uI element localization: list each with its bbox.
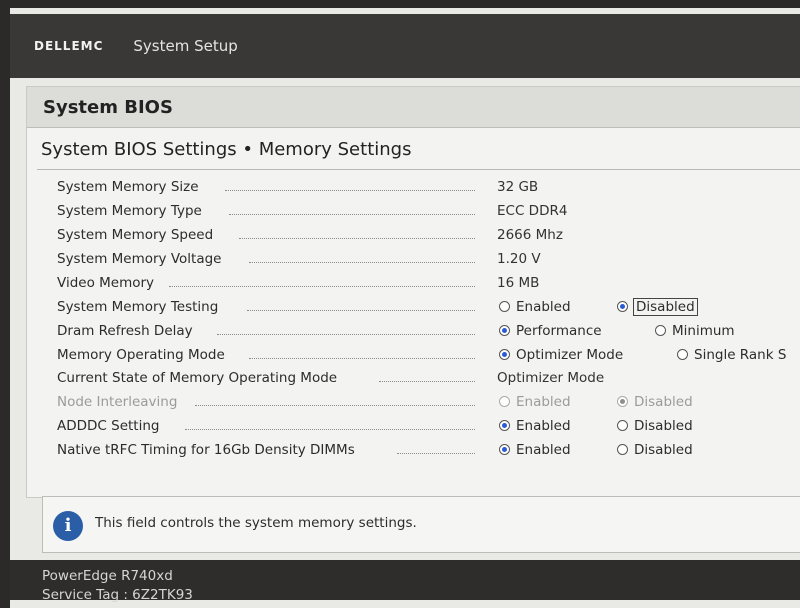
radio-option-performance[interactable]: Performance [499, 323, 602, 339]
radio-button-selected-icon[interactable] [499, 419, 510, 431]
help-panel: i This field controls the system memory … [42, 496, 800, 553]
setting-row-dram-refresh-delay: Dram Refresh Delay Performance Minimum [57, 323, 800, 345]
radio-option-disabled[interactable]: Disabled [617, 418, 693, 434]
setting-label: System Memory Testing [57, 299, 219, 315]
setting-row-system-memory-voltage: System Memory Voltage 1.20 V [57, 251, 800, 273]
radio-button-icon [499, 395, 510, 407]
setting-label: Current State of Memory Operating Mode [57, 370, 338, 386]
radio-button-icon[interactable] [499, 300, 510, 312]
setting-row-system-memory-type: System Memory Type ECC DDR4 [57, 203, 800, 225]
radio-option-enabled[interactable]: Enabled [499, 418, 571, 434]
top-bar: DELLEMC System Setup [10, 14, 800, 78]
setting-label: Native tRFC Timing for 16Gb Density DIMM… [57, 442, 355, 458]
leader-dots [185, 429, 475, 430]
setting-label: Video Memory [57, 275, 155, 291]
radio-button-selected-icon[interactable] [499, 443, 510, 455]
radio-option-enabled: Enabled [499, 394, 571, 410]
page-title: System BIOS [43, 97, 173, 118]
radio-button-selected-icon[interactable] [499, 348, 510, 360]
leader-dots [247, 310, 475, 311]
system-model: PowerEdge R740xd [42, 568, 173, 584]
radio-button-selected-icon [617, 395, 628, 407]
radio-option-optimizer-mode[interactable]: Optimizer Mode [499, 347, 623, 363]
setting-row-native-trfc-timing: Native tRFC Timing for 16Gb Density DIMM… [57, 442, 800, 464]
setting-value: Optimizer Mode [497, 370, 605, 386]
radio-option-minimum[interactable]: Minimum [655, 323, 735, 339]
setting-label: System Memory Speed [57, 227, 214, 243]
setting-value: 16 MB [497, 275, 540, 291]
setting-label: Dram Refresh Delay [57, 323, 193, 339]
bios-screen: DELLEMC System Setup System BIOS System … [10, 8, 800, 608]
section-title: System BIOS Settings • Memory Settings [41, 139, 412, 160]
radio-option-enabled[interactable]: Enabled [499, 442, 571, 458]
radio-button-icon[interactable] [655, 324, 666, 336]
setting-row-current-state-memory-mode: Current State of Memory Operating Mode O… [57, 370, 800, 392]
setting-value: 32 GB [497, 179, 539, 195]
help-text: This field controls the system memory se… [95, 515, 417, 531]
radio-option-single-rank[interactable]: Single Rank S [677, 347, 786, 363]
section-divider [37, 169, 800, 170]
page-title-bar: System BIOS [27, 87, 800, 128]
radio-button-icon[interactable] [617, 443, 628, 455]
leader-dots [249, 262, 475, 263]
radio-button-icon[interactable] [677, 348, 688, 360]
setting-value: 1.20 V [497, 251, 541, 267]
setting-row-memory-operating-mode: Memory Operating Mode Optimizer Mode Sin… [57, 347, 800, 369]
setting-label: System Memory Size [57, 179, 199, 195]
radio-button-selected-icon[interactable] [499, 324, 510, 336]
setting-row-adddc-setting: ADDDC Setting Enabled Disabled [57, 418, 800, 440]
setting-row-system-memory-speed: System Memory Speed 2666 Mhz [57, 227, 800, 249]
setting-row-system-memory-size: System Memory Size 32 GB [57, 179, 800, 201]
setting-label: Node Interleaving [57, 394, 178, 410]
leader-dots [169, 286, 475, 287]
setting-row-node-interleaving: Node Interleaving Enabled Disabled [57, 394, 800, 416]
settings-panel: System BIOS System BIOS Settings • Memor… [26, 86, 800, 498]
radio-button-icon[interactable] [617, 419, 628, 431]
setting-label: System Memory Voltage [57, 251, 222, 267]
leader-dots [195, 405, 475, 406]
leader-dots [249, 358, 475, 359]
leader-dots [239, 238, 475, 239]
setting-label: ADDDC Setting [57, 418, 160, 434]
leader-dots [217, 334, 475, 335]
leader-dots [225, 190, 475, 191]
dell-emc-logo: DELLEMC [34, 39, 104, 53]
footer-bar: PowerEdge R740xd Service Tag : 6Z2TK93 [10, 560, 800, 603]
app-title: System Setup [133, 37, 238, 55]
radio-option-enabled[interactable]: Enabled [499, 299, 571, 315]
radio-option-disabled: Disabled [617, 394, 693, 410]
setting-value: ECC DDR4 [497, 203, 568, 219]
setting-label: Memory Operating Mode [57, 347, 225, 363]
setting-value: 2666 Mhz [497, 227, 563, 243]
radio-option-disabled[interactable]: Disabled [617, 442, 693, 458]
info-icon: i [53, 511, 83, 541]
setting-label: System Memory Type [57, 203, 202, 219]
leader-dots [379, 381, 475, 382]
radio-button-selected-icon[interactable] [617, 300, 628, 312]
service-tag: Service Tag : 6Z2TK93 [42, 587, 193, 603]
setting-row-system-memory-testing: System Memory Testing Enabled Disabled [57, 298, 800, 321]
radio-option-disabled[interactable]: Disabled [617, 298, 698, 316]
leader-dots [229, 214, 475, 215]
leader-dots [397, 453, 475, 454]
setting-row-video-memory: Video Memory 16 MB [57, 275, 800, 297]
